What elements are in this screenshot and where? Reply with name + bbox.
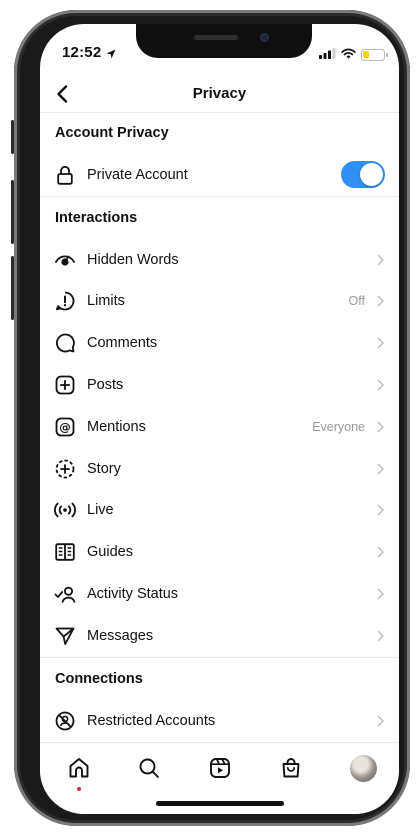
comment-bubble-icon	[54, 332, 76, 354]
hidden-words-row[interactable]: Hidden Words	[40, 239, 399, 281]
notification-dot	[77, 787, 81, 791]
home-icon	[69, 758, 89, 778]
limits-row[interactable]: Limits Off	[40, 281, 399, 323]
mentions-row[interactable]: @ Mentions Everyone	[40, 406, 399, 448]
chevron-right-icon	[375, 462, 385, 476]
comments-row[interactable]: Comments	[40, 322, 399, 364]
battery-icon	[361, 49, 388, 61]
mute-switch	[11, 120, 14, 154]
chevron-right-icon	[375, 503, 385, 517]
nav-shop[interactable]	[276, 753, 306, 783]
live-row[interactable]: Live	[40, 490, 399, 532]
guides-row[interactable]: Guides	[40, 531, 399, 573]
activity-status-icon	[54, 583, 76, 605]
location-arrow-icon	[106, 46, 116, 64]
limits-label: Limits	[87, 293, 125, 310]
nav-search[interactable]	[134, 753, 164, 783]
hidden-words-label: Hidden Words	[87, 251, 179, 268]
chevron-right-icon	[375, 629, 385, 643]
limits-icon	[54, 290, 76, 312]
page-title: Privacy	[192, 85, 247, 102]
nav-reels[interactable]	[205, 753, 235, 783]
limits-value: Off	[348, 294, 365, 309]
mentions-value: Everyone	[312, 419, 365, 434]
front-camera	[260, 33, 269, 42]
page-header: Privacy	[40, 76, 399, 112]
svg-text:@: @	[59, 420, 71, 434]
chevron-right-icon	[375, 714, 385, 728]
chevron-right-icon	[375, 545, 385, 559]
send-icon	[54, 625, 76, 647]
comments-label: Comments	[87, 335, 158, 352]
nav-home[interactable]	[64, 753, 94, 783]
lock-icon	[54, 164, 76, 186]
shop-bag-icon	[282, 758, 300, 778]
messages-label: Messages	[87, 627, 154, 644]
volume-down-button	[11, 256, 14, 320]
private-account-toggle[interactable]	[341, 161, 385, 189]
chevron-right-icon	[375, 420, 385, 434]
posts-label: Posts	[87, 377, 124, 394]
section-title-account-privacy: Account Privacy	[55, 125, 169, 141]
messages-row[interactable]: Messages	[40, 615, 399, 657]
eye-icon	[54, 249, 76, 271]
activity-status-label: Activity Status	[87, 586, 179, 603]
chevron-right-icon	[375, 336, 385, 350]
private-account-label: Private Account	[87, 166, 188, 183]
reels-icon	[210, 758, 230, 778]
posts-row[interactable]: Posts	[40, 364, 399, 406]
activity-status-row[interactable]: Activity Status	[40, 573, 399, 615]
section-title-interactions: Interactions	[55, 209, 138, 226]
wifi-icon	[341, 46, 356, 64]
guides-label: Guides	[87, 544, 133, 561]
live-broadcast-icon	[54, 499, 76, 521]
story-plus-icon	[54, 458, 76, 480]
plus-square-icon	[54, 374, 76, 396]
profile-avatar	[349, 754, 377, 782]
private-account-row[interactable]: Private Account	[40, 154, 399, 196]
chevron-right-icon	[375, 587, 385, 601]
story-label: Story	[87, 460, 121, 477]
restricted-accounts-label: Restricted Accounts	[87, 712, 216, 729]
status-time: 12:52	[62, 44, 102, 61]
mentions-label: Mentions	[87, 418, 146, 435]
status-indicators	[319, 46, 388, 64]
chevron-right-icon	[375, 378, 385, 392]
live-label: Live	[87, 502, 114, 519]
home-indicator	[156, 801, 284, 806]
search-icon	[139, 758, 159, 778]
restricted-accounts-row[interactable]: Restricted Accounts	[40, 700, 399, 742]
nav-profile[interactable]	[348, 753, 378, 783]
settings-list: Account Privacy Private Account Interact…	[40, 112, 399, 742]
earpiece	[194, 35, 238, 40]
phone-screen: 12:52 Privacy Account Privacy Private Ac…	[40, 24, 399, 814]
notch	[136, 24, 312, 58]
restricted-icon	[54, 710, 76, 732]
cellular-signal-icon	[319, 46, 336, 64]
section-title-connections: Connections	[55, 670, 143, 687]
chevron-right-icon	[375, 253, 385, 267]
story-row[interactable]: Story	[40, 448, 399, 490]
at-sign-icon: @	[54, 416, 76, 438]
guides-book-icon	[54, 541, 76, 563]
chevron-right-icon	[375, 294, 385, 308]
volume-up-button	[11, 180, 14, 244]
